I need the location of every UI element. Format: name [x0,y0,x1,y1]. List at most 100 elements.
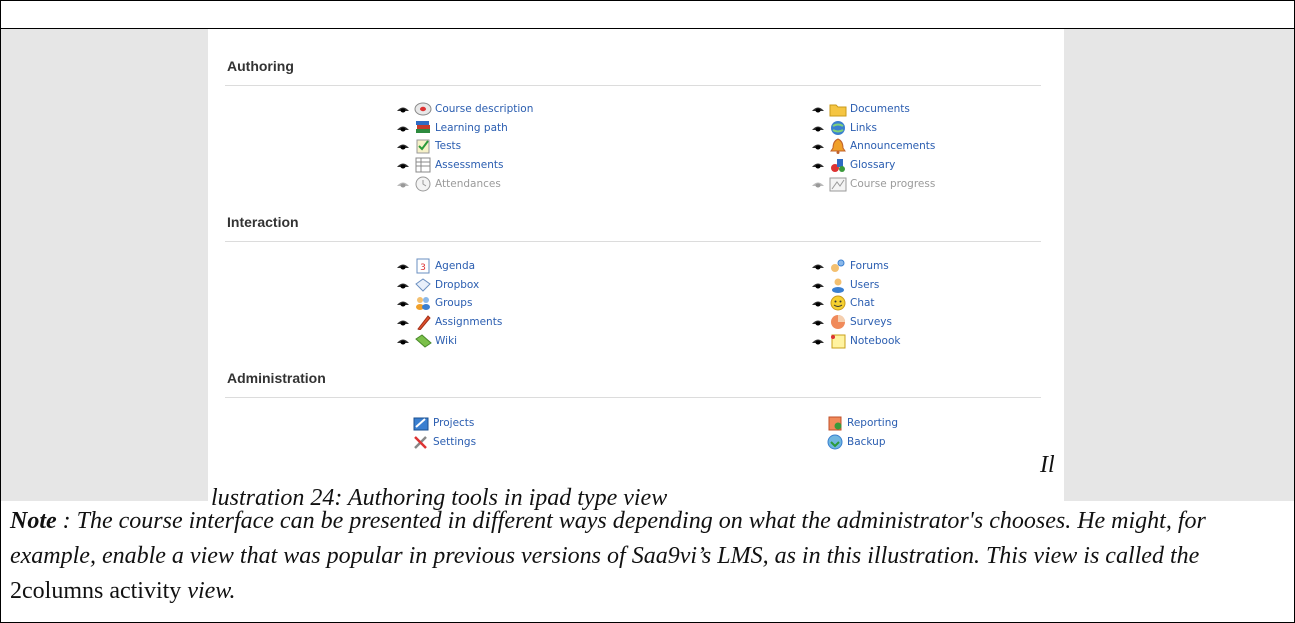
note-label: Note [10,508,57,534]
visibility-eye-icon[interactable] [396,262,410,270]
tool-item[interactable]: Glossary [811,156,935,175]
visibility-eye-icon[interactable] [811,105,825,113]
tool-link[interactable]: Settings [433,436,476,448]
tool-item[interactable]: Course description [396,100,533,119]
tool-link[interactable]: Projects [433,417,474,429]
visibility-eye-icon[interactable] [396,299,410,307]
note-text-activity: activity [103,578,188,604]
announcements-bell-icon [829,138,847,155]
tool-link[interactable]: Users [850,279,879,291]
svg-text:3: 3 [420,263,426,273]
caption-start: Il [1040,452,1055,478]
visibility-eye-icon[interactable] [396,318,410,326]
tool-item[interactable]: Settings [412,432,476,451]
settings-tools-icon [412,434,430,450]
surveys-pie-icon [829,314,847,330]
wiki-icon [414,333,432,349]
tool-link[interactable]: Reporting [847,417,898,429]
tool-item[interactable]: Projects [412,413,476,432]
forums-icon [829,258,847,274]
visibility-eye-icon[interactable] [396,161,410,169]
tool-link[interactable]: Agenda [435,260,475,272]
visibility-eye-icon[interactable] [811,318,825,326]
visibility-eye-icon[interactable] [811,142,825,150]
tool-item[interactable]: Course progress [811,174,935,193]
assessments-icon [414,157,432,173]
visibility-eye-icon[interactable] [396,337,410,345]
administration-right-column: Reporting Backup [826,413,898,451]
learning-path-icon [414,120,432,136]
authoring-right-column: Documents Links Announcements Glossary Cours… [811,100,935,193]
tool-link[interactable]: Course description [435,103,533,115]
links-globe-icon [829,120,847,136]
dropbox-icon [414,277,432,293]
visibility-eye-icon[interactable] [396,281,410,289]
projects-icon [412,415,430,431]
visibility-eye-icon[interactable] [811,299,825,307]
visibility-eye-icon[interactable] [811,180,825,188]
tool-item[interactable]: Chat [811,294,900,313]
course-home-screenshot: Authoring Course description Learning pat… [208,29,1064,501]
tool-link[interactable]: Learning path [435,122,508,134]
tool-link[interactable]: Tests [435,140,461,152]
glossary-icon [829,157,847,173]
tool-item[interactable]: Tests [396,137,533,156]
section-divider [225,241,1041,242]
visibility-eye-icon[interactable] [811,161,825,169]
tool-link[interactable]: Course progress [850,178,935,190]
documents-folder-icon [829,101,847,117]
visibility-eye-icon[interactable] [811,124,825,132]
tool-item[interactable]: Backup [826,432,898,451]
tool-link[interactable]: Chat [850,297,875,309]
tool-item[interactable]: Announcements [811,137,935,156]
tool-link[interactable]: Assessments [435,159,503,171]
tool-item[interactable]: Documents [811,100,935,119]
note-paragraph: Note : The course interface can be prese… [10,504,1290,609]
tool-item[interactable]: Assessments [396,156,533,175]
tool-item[interactable]: Surveys [811,313,900,332]
visibility-eye-icon[interactable] [396,180,410,188]
section-title-authoring: Authoring [227,58,294,74]
tool-item[interactable]: Wiki [396,331,502,350]
visibility-eye-icon[interactable] [396,124,410,132]
tool-link[interactable]: Notebook [850,335,900,347]
tool-link[interactable]: Assignments [435,316,502,328]
tool-link[interactable]: Attendances [435,178,501,190]
tool-item[interactable]: Assignments [396,313,502,332]
agenda-calendar-icon: 3 [414,258,432,274]
tool-item[interactable]: Dropbox [396,276,502,295]
tool-item[interactable]: Forums [811,257,900,276]
assignments-pen-icon [414,314,432,331]
tool-item[interactable]: Notebook [811,331,900,350]
tool-link[interactable]: Surveys [850,316,892,328]
tool-item[interactable]: Links [811,119,935,138]
section-divider [225,85,1041,86]
tool-item[interactable]: Reporting [826,413,898,432]
tool-link[interactable]: Links [850,122,877,134]
tool-item[interactable]: 3 Agenda [396,257,502,276]
tool-link[interactable]: Groups [435,297,472,309]
visibility-eye-icon[interactable] [396,142,410,150]
note-text-end: view. [187,578,236,604]
tool-link[interactable]: Dropbox [435,279,479,291]
tool-link[interactable]: Forums [850,260,889,272]
visibility-eye-icon[interactable] [811,337,825,345]
note-text: : The course interface can be presented … [10,508,1206,569]
tool-item[interactable]: Groups [396,294,502,313]
backup-icon [826,434,844,450]
visibility-eye-icon[interactable] [811,281,825,289]
tool-item[interactable]: Learning path [396,119,533,138]
tool-link[interactable]: Backup [847,436,886,448]
tool-item[interactable]: Users [811,276,900,295]
notebook-icon [829,333,847,349]
visibility-eye-icon[interactable] [811,262,825,270]
tool-link[interactable]: Announcements [850,140,935,152]
interaction-left-column: 3 Agenda Dropbox Groups Assignments Wiki [396,257,502,350]
tool-link[interactable]: Wiki [435,335,457,347]
section-title-administration: Administration [227,370,326,386]
tool-link[interactable]: Documents [850,103,910,115]
tool-item[interactable]: Attendances [396,174,533,193]
tool-link[interactable]: Glossary [850,159,895,171]
top-strip [1,1,1294,29]
visibility-eye-icon[interactable] [396,105,410,113]
